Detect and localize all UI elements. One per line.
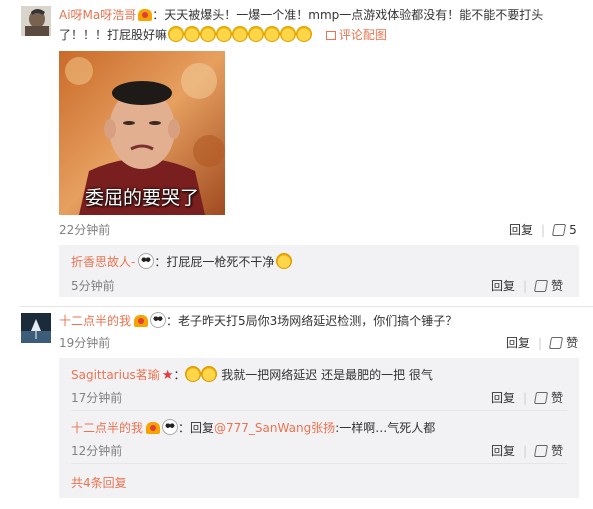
- laughing-crying-emoji-icon: [201, 366, 218, 382]
- divider: [71, 410, 567, 411]
- image-caption: 委屈的要哭了: [84, 187, 199, 209]
- thumbs-up-icon: [534, 445, 549, 457]
- thumbs-up-icon: [534, 280, 549, 292]
- reply-text-prefix: ：: [173, 368, 186, 382]
- like-button[interactable]: 赞: [549, 336, 579, 350]
- image-icon: [325, 31, 336, 40]
- avatar[interactable]: [21, 313, 51, 343]
- comment-body: ：老子昨天打5局你3场网络延迟检测，你们搞个锤子？: [166, 314, 458, 328]
- thumbs-up-icon: [552, 224, 567, 236]
- comment-time: 19分钟前: [59, 336, 111, 350]
- reply-button[interactable]: 回复: [491, 444, 515, 458]
- thumbs-up-icon: [549, 337, 564, 349]
- like-button[interactable]: 赞: [534, 279, 564, 293]
- vip-badge-icon: [138, 9, 153, 21]
- cat-face-emoji-icon: [280, 26, 297, 42]
- cat-face-emoji-icon: [184, 26, 201, 42]
- reply-time: 17分钟前: [71, 391, 123, 405]
- comment-body-line2: 了！！！打屁股好嘛: [59, 28, 168, 42]
- comment-text: Ai呀Ma呀浩哥 ：天天被爆头！一爆一个准！mmp一点游戏体验都没有！能不能不要打…: [59, 5, 584, 25]
- thumbs-up-icon: [534, 392, 549, 404]
- comment-actions: 回复 | 赞: [506, 336, 579, 350]
- reply-time: 5分钟前: [71, 279, 115, 293]
- reply-button[interactable]: 回复: [509, 223, 533, 237]
- like-label: 赞: [551, 444, 564, 458]
- more-replies-link[interactable]: 共4条回复: [71, 474, 127, 491]
- divider: [20, 306, 593, 307]
- panda-emoji-icon: [138, 253, 155, 269]
- cat-face-emoji-icon: [168, 26, 185, 42]
- cat-face-emoji-icon: [216, 26, 233, 42]
- comment-image[interactable]: 委屈的要哭了: [59, 51, 225, 215]
- like-label: 赞: [566, 336, 579, 350]
- mention-link[interactable]: @777_SanWang张扬: [214, 421, 335, 435]
- reply-list: Sagittarius茗瑜 ★： 我就一把网络延迟 还是最肥的一把 很气 17分钟…: [59, 358, 579, 498]
- comment-text: 十二点半的我 ：老子昨天打5局你3场网络延迟检测，你们搞个锤子？: [59, 312, 457, 330]
- comment-actions: 回复 | 5: [509, 223, 577, 237]
- username-link[interactable]: 十二点半的我: [59, 314, 131, 328]
- reply-button[interactable]: 回复: [491, 391, 515, 405]
- cat-face-emoji-icon: [264, 26, 281, 42]
- reply-item: 折香思故人- ：打屁屁一枪死不干净: [71, 253, 293, 271]
- reply-item: Sagittarius茗瑜 ★： 我就一把网络延迟 还是最肥的一把 很气: [71, 366, 433, 385]
- panda-emoji-icon: [162, 419, 179, 435]
- cat-face-emoji-icon: [232, 26, 249, 42]
- comment-time: 22分钟前: [59, 223, 111, 237]
- like-count: 5: [569, 223, 577, 237]
- reply-text-prefix: ：回复: [178, 421, 215, 435]
- reply-text: ：打屁屁一枪死不干净: [154, 255, 275, 269]
- like-button[interactable]: 5: [552, 223, 577, 237]
- view-image-label: 评论配图: [338, 28, 387, 42]
- divider: [71, 463, 567, 464]
- comment-text-line2: 了！！！打屁股好嘛 评论配图: [59, 26, 387, 44]
- vip-badge-icon: [134, 315, 149, 327]
- cat-face-emoji-icon: [248, 26, 265, 42]
- reply-actions: 回复 | 赞: [491, 444, 564, 458]
- crying-emoji-icon: [276, 253, 293, 269]
- view-comment-image-link[interactable]: 评论配图: [325, 28, 387, 42]
- star-badge-icon: ★: [161, 368, 174, 383]
- like-button[interactable]: 赞: [534, 444, 564, 458]
- comment-body-line1: ：天天被爆头！一爆一个准！mmp一点游戏体验都没有！能不能不要打头: [152, 8, 544, 22]
- reply-time: 12分钟前: [71, 444, 123, 458]
- reply-button[interactable]: 回复: [506, 336, 530, 350]
- reply-button[interactable]: 回复: [491, 279, 515, 293]
- cat-face-emoji-icon: [200, 26, 217, 42]
- cat-face-emoji-icon: [296, 26, 313, 42]
- like-label: 赞: [551, 391, 564, 405]
- reply-actions: 回复 | 赞: [491, 279, 564, 293]
- reply-text: :一样啊…气死人都: [335, 421, 436, 435]
- reply-item: 十二点半的我 ：回复@777_SanWang张扬:一样啊…气死人都: [71, 419, 435, 437]
- username-link[interactable]: 十二点半的我: [71, 421, 143, 435]
- like-label: 赞: [551, 279, 564, 293]
- reply-list: 折香思故人- ：打屁屁一枪死不干净 5分钟前 回复 | 赞: [59, 245, 579, 297]
- laughing-crying-emoji-icon: [185, 366, 202, 382]
- vip-badge-icon: [146, 422, 161, 434]
- reply-actions: 回复 | 赞: [491, 391, 564, 405]
- reply-text: 我就一把网络延迟 还是最肥的一把 很气: [217, 368, 433, 382]
- username-link[interactable]: 折香思故人-: [71, 255, 135, 269]
- avatar[interactable]: [21, 6, 51, 36]
- panda-emoji-icon: [150, 312, 167, 328]
- username-link[interactable]: Sagittarius茗瑜: [71, 368, 160, 382]
- username-link[interactable]: Ai呀Ma呀浩哥: [59, 8, 136, 22]
- like-button[interactable]: 赞: [534, 391, 564, 405]
